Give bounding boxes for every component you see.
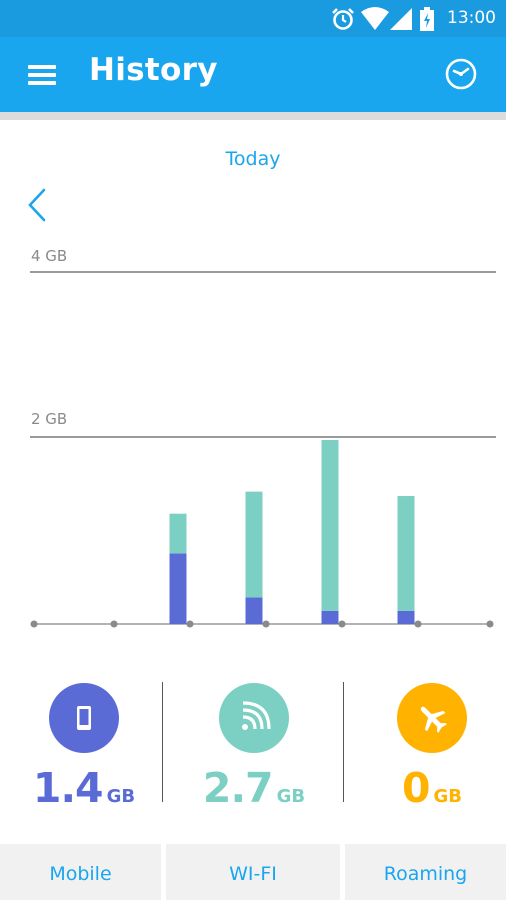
clock-icon[interactable] (444, 57, 478, 91)
stat-value: 0 GB (348, 764, 506, 812)
axis-tick-dot (486, 620, 494, 628)
axis-tick-dot (414, 620, 422, 628)
bar-segment (169, 553, 187, 624)
menu-icon-bar (28, 81, 56, 85)
menu-button[interactable] (26, 59, 58, 91)
stat-unit: GB (106, 786, 136, 807)
tab-mobile[interactable]: Mobile (0, 844, 161, 900)
bar-segment (397, 496, 415, 611)
stat-value: 2.7 GB (170, 764, 338, 812)
usage-summary: 1.4 GB 2.7 GB 0 GB (0, 672, 506, 812)
tab-wifi[interactable]: WI-FI (166, 844, 340, 900)
stat-value: 1.4 GB (0, 764, 168, 812)
menu-icon-bar (28, 73, 56, 77)
stat-number: 2.7 (202, 764, 274, 812)
axis-tick-dot (338, 620, 346, 628)
app-bar: History (0, 37, 506, 112)
axis-tick-dot (30, 620, 38, 628)
period-label: Today (225, 148, 281, 170)
airplane-icon (420, 706, 447, 733)
grid-line (30, 271, 496, 273)
bar-segment (245, 491, 263, 598)
stat-number: 0 (401, 764, 431, 812)
bar-segment (245, 597, 263, 624)
app-bar-shadow (0, 112, 506, 120)
bar-segment (397, 610, 415, 624)
status-time: 13:00 (447, 8, 496, 28)
bar-segment (321, 610, 339, 624)
bar-segment (169, 513, 187, 554)
stat-circle (49, 683, 119, 753)
stat-mobile: 1.4 GB (0, 672, 168, 812)
usage-chart (30, 440, 494, 628)
divider (343, 682, 344, 802)
status-bar: 13:00 (0, 0, 506, 37)
wifi-signal-icon (361, 7, 389, 30)
wifi-icon (242, 701, 271, 730)
divider (162, 682, 163, 802)
tab-roaming[interactable]: Roaming (345, 844, 506, 900)
alarm-icon (332, 8, 354, 30)
grid-line (30, 436, 496, 438)
battery-icon (420, 7, 434, 31)
stat-roaming: 0 GB (348, 672, 506, 812)
y-tick-label: 4 GB (31, 247, 68, 265)
phone-icon (77, 706, 91, 730)
axis-tick-dot (110, 620, 118, 628)
page-title: History (89, 52, 218, 88)
stat-circle (219, 683, 289, 753)
stat-unit: GB (433, 786, 463, 807)
stat-circle (397, 683, 467, 753)
y-tick-label: 2 GB (31, 410, 68, 428)
stat-wifi: 2.7 GB (170, 672, 338, 812)
menu-icon (28, 65, 56, 69)
axis-tick-dot (186, 620, 194, 628)
chevron-left-icon[interactable] (22, 186, 52, 224)
stat-number: 1.4 (32, 764, 104, 812)
cell-signal-icon (390, 8, 412, 30)
axis-tick-dot (262, 620, 270, 628)
stat-unit: GB (276, 786, 306, 807)
bottom-tabs: Mobile WI-FI Roaming (0, 844, 506, 900)
bar-segment (321, 440, 339, 611)
